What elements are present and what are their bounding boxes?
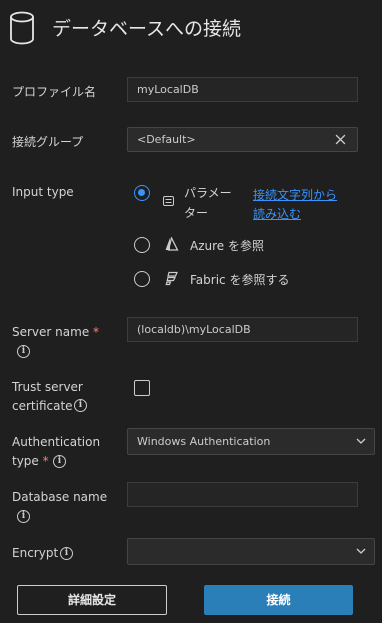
- encrypt-label: Encrypt: [12, 546, 59, 560]
- form-icon: [163, 196, 174, 206]
- trust-cert-checkbox[interactable]: [134, 380, 150, 396]
- trust-cert-label-2: certificate: [12, 399, 73, 413]
- encrypt-select[interactable]: [127, 538, 375, 565]
- server-name-input[interactable]: (localdb)\myLocalDB: [127, 317, 358, 342]
- required-mark: *: [93, 325, 100, 339]
- info-icon[interactable]: i: [17, 510, 30, 523]
- auth-type-label-text: type: [12, 454, 39, 468]
- required-mark: *: [42, 454, 49, 468]
- info-icon[interactable]: i: [74, 399, 87, 412]
- radio-parameters-label-1: パラメー: [184, 186, 232, 200]
- load-connection-string-link-2[interactable]: 読み込む: [253, 205, 301, 223]
- connection-group-value: <Default>: [137, 133, 196, 146]
- load-connection-string-link-1[interactable]: 接続文字列から: [253, 186, 337, 204]
- radio-parameters[interactable]: [134, 185, 150, 201]
- database-name-label: Database name: [12, 490, 108, 504]
- profile-name-label: プロファイル名: [12, 85, 97, 99]
- trust-cert-label-1: Trust server: [12, 380, 83, 394]
- database-icon: [10, 11, 34, 45]
- radio-azure[interactable]: [134, 237, 150, 253]
- info-icon[interactable]: i: [60, 547, 73, 560]
- radio-fabric-label: Fabric を参照する: [190, 273, 290, 287]
- chevron-down-icon: [356, 548, 366, 554]
- auth-type-label-1: Authentication: [12, 435, 101, 449]
- fabric-icon: [165, 271, 178, 286]
- info-icon[interactable]: i: [53, 455, 66, 468]
- radio-parameters-label-2: ター: [184, 206, 209, 220]
- server-name-label-text: Server name: [12, 325, 90, 339]
- connection-group-select[interactable]: <Default>: [127, 127, 358, 152]
- auth-type-label-2: type *: [12, 452, 49, 470]
- auth-type-select[interactable]: Windows Authentication: [127, 428, 375, 455]
- page-title: データベースへの接続: [52, 18, 242, 40]
- clear-icon[interactable]: [335, 134, 346, 145]
- radio-fabric[interactable]: [134, 271, 150, 287]
- server-name-label: Server name *: [12, 323, 99, 341]
- info-icon[interactable]: i: [17, 345, 30, 358]
- advanced-settings-button[interactable]: 詳細設定: [17, 585, 167, 615]
- connect-button[interactable]: 接続: [204, 585, 353, 615]
- input-type-label: Input type: [12, 185, 74, 199]
- radio-azure-label: Azure を参照: [190, 239, 264, 253]
- database-name-input[interactable]: [127, 482, 358, 507]
- connection-group-label: 接続グループ: [12, 135, 84, 149]
- auth-type-value: Windows Authentication: [137, 435, 271, 448]
- chevron-down-icon: [356, 438, 366, 444]
- azure-icon: [165, 237, 179, 251]
- profile-name-input[interactable]: myLocalDB: [127, 77, 358, 102]
